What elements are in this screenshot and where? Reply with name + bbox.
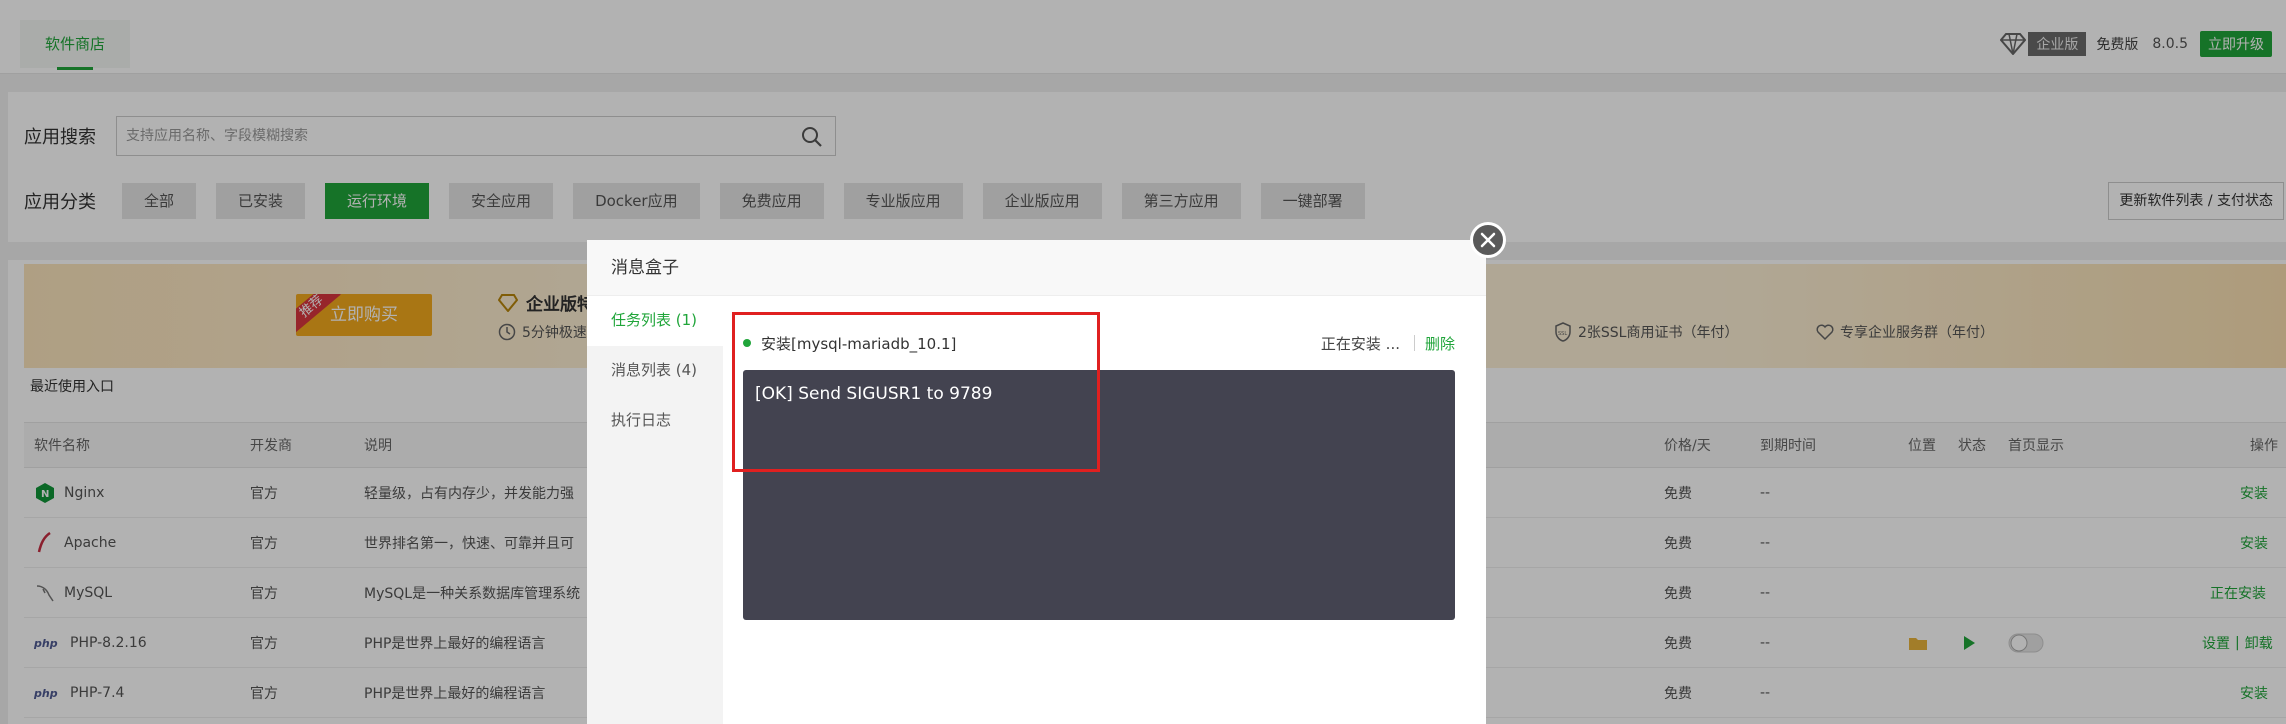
tab-execution-log[interactable]: 执行日志 xyxy=(587,396,723,446)
task-status: 正在安装 ... xyxy=(1320,334,1400,353)
highlight-box xyxy=(732,312,1100,472)
delete-task-link[interactable]: 删除 xyxy=(1425,333,1455,354)
tab-message-list[interactable]: 消息列表 (4) xyxy=(587,346,723,396)
modal-sidebar: 任务列表 (1) 消息列表 (4) 执行日志 xyxy=(587,296,723,724)
tab-task-list[interactable]: 任务列表 (1) xyxy=(587,296,723,346)
close-icon[interactable] xyxy=(1470,222,1506,258)
task-separator xyxy=(1413,335,1415,351)
modal-title: 消息盒子 xyxy=(587,240,1486,296)
